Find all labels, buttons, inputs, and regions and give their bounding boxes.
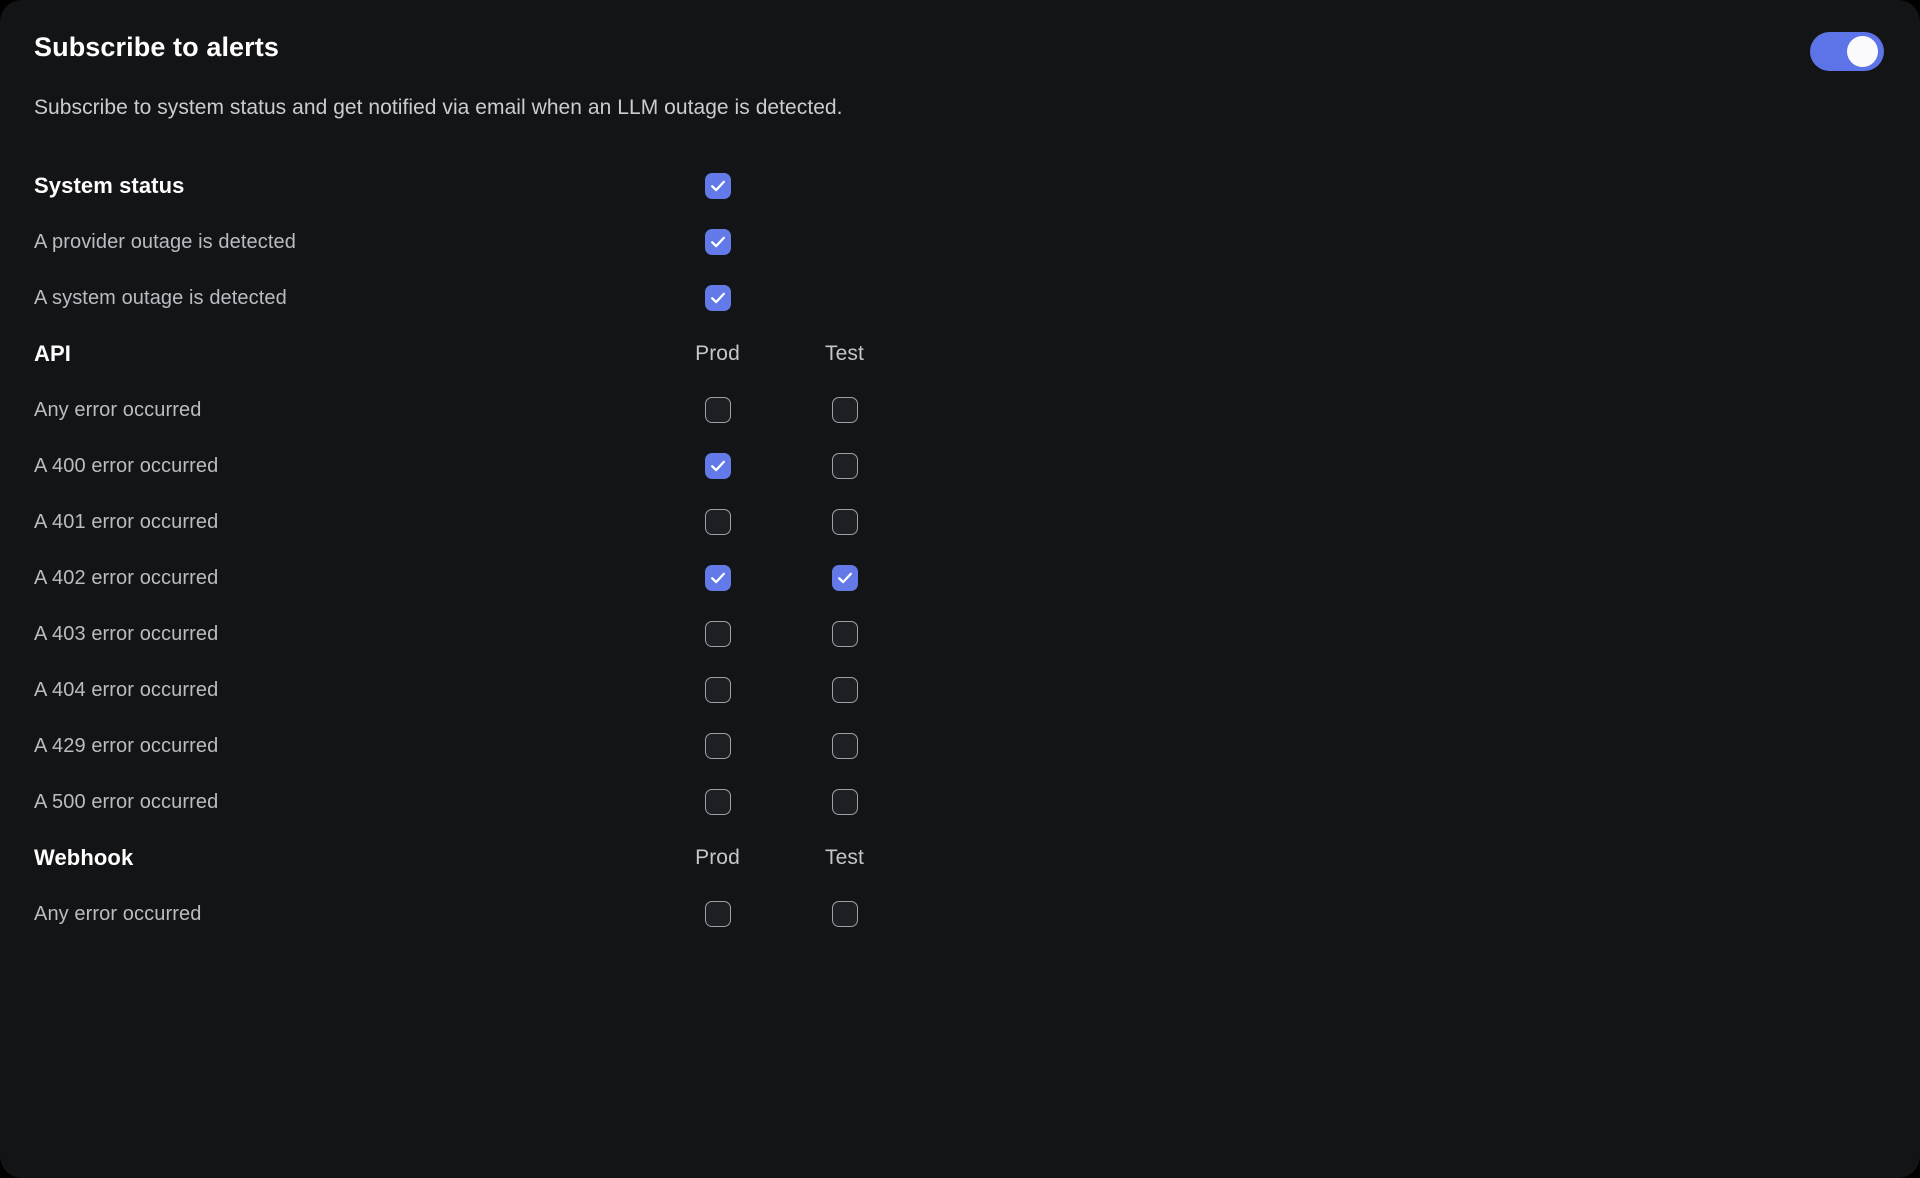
cell-api-r7-c0	[654, 789, 781, 815]
cell-api-r7-c1	[781, 789, 908, 815]
cell-api-r4-c1	[781, 621, 908, 647]
cell-api-r2-c1	[781, 509, 908, 535]
checkbox-api-r2-c1[interactable]	[831, 509, 858, 535]
cell-api-column-head-1: Test	[781, 342, 908, 366]
table-row: A 404 error occurred	[34, 662, 1886, 718]
subscribe-to-alerts-toggle[interactable]	[1810, 32, 1884, 71]
cell-webhook-column-head-0: Prod	[654, 846, 781, 870]
cell-system-status-r0-c0	[654, 229, 781, 255]
cell-api-r1-c0	[654, 453, 781, 479]
cell-system-status-r1-c0	[654, 285, 781, 311]
cell-api-r5-c1	[781, 677, 908, 703]
cell-webhook-column-head-1: Test	[781, 846, 908, 870]
checkbox-system-status-r1-c0[interactable]	[704, 285, 731, 311]
cell-api-r3-c1	[781, 565, 908, 591]
checkbox-api-r4-c0[interactable]	[704, 621, 731, 647]
panel-description: Subscribe to system status and get notif…	[34, 96, 843, 119]
table-row: A system outage is detected	[34, 270, 1886, 326]
row-label: A 402 error occurred	[34, 566, 219, 589]
checkbox-webhook-r0-c0[interactable]	[704, 901, 731, 927]
checkbox-api-r6-c1[interactable]	[831, 733, 858, 759]
cell-api-r1-c1	[781, 453, 908, 479]
section-title-webhook: Webhook	[34, 845, 134, 870]
table-row: A provider outage is detected	[34, 214, 1886, 270]
checkbox-system-status-r0-c0[interactable]	[704, 229, 731, 255]
table-row: A 429 error occurred	[34, 718, 1886, 774]
cell-api-r3-c0	[654, 565, 781, 591]
checkbox-api-r5-c0[interactable]	[704, 677, 731, 703]
cell-api-column-head-0: Prod	[654, 342, 781, 366]
column-header-api-test: Test	[825, 342, 864, 365]
table-row: A 401 error occurred	[34, 494, 1886, 550]
toggle-knob	[1847, 36, 1878, 67]
checkbox-api-r6-c0[interactable]	[704, 733, 731, 759]
cell-api-r6-c0	[654, 733, 781, 759]
row-label: A 404 error occurred	[34, 678, 219, 701]
section-title-system-status: System status	[34, 173, 185, 198]
checkbox-api-r7-c1[interactable]	[831, 789, 858, 815]
section-header-system-status: System status	[34, 158, 1886, 214]
cell-api-r5-c0	[654, 677, 781, 703]
subscribe-to-alerts-panel: Subscribe to alerts Subscribe to system …	[0, 0, 1920, 1178]
checkbox-api-r0-c0[interactable]	[704, 397, 731, 423]
page-title: Subscribe to alerts	[34, 32, 279, 62]
section-header-api: API Prod Test	[34, 326, 1886, 382]
table-row: Any error occurred	[34, 382, 1886, 438]
checkbox-api-r3-c0[interactable]	[704, 565, 731, 591]
column-header-webhook-test: Test	[825, 846, 864, 869]
checkbox-api-r1-c0[interactable]	[704, 453, 731, 479]
section-header-webhook: Webhook Prod Test	[34, 830, 1886, 886]
table-row: A 403 error occurred	[34, 606, 1886, 662]
table-row: A 500 error occurred	[34, 774, 1886, 830]
row-label: Any error occurred	[34, 398, 202, 421]
cell-webhook-r0-c0	[654, 901, 781, 927]
section-title-api: API	[34, 341, 71, 366]
checkbox-system-status-rhead-c0[interactable]	[704, 173, 731, 199]
row-label: A provider outage is detected	[34, 230, 296, 253]
column-header-api-prod: Prod	[695, 342, 740, 365]
checkbox-api-r2-c0[interactable]	[704, 509, 731, 535]
panel-header: Subscribe to alerts	[34, 30, 1886, 74]
row-label: A 403 error occurred	[34, 622, 219, 645]
alert-settings-table: System status A provider outage is detect…	[34, 158, 1886, 942]
row-label: Any error occurred	[34, 902, 202, 925]
row-label: A 401 error occurred	[34, 510, 219, 533]
checkbox-api-r1-c1[interactable]	[831, 453, 858, 479]
table-row: A 402 error occurred	[34, 550, 1886, 606]
cell-webhook-r0-c1	[781, 901, 908, 927]
cell-api-r2-c0	[654, 509, 781, 535]
checkbox-webhook-r0-c1[interactable]	[831, 901, 858, 927]
row-label: A 500 error occurred	[34, 790, 219, 813]
table-row: Any error occurred	[34, 886, 1886, 942]
checkbox-api-r7-c0[interactable]	[704, 789, 731, 815]
cell-api-r4-c0	[654, 621, 781, 647]
checkbox-api-r3-c1[interactable]	[831, 565, 858, 591]
row-label: A system outage is detected	[34, 286, 287, 309]
table-row: A 400 error occurred	[34, 438, 1886, 494]
cell-api-r0-c0	[654, 397, 781, 423]
cell-api-r0-c1	[781, 397, 908, 423]
checkbox-api-r0-c1[interactable]	[831, 397, 858, 423]
cell-api-r6-c1	[781, 733, 908, 759]
cell-system-status-heading-checkbox	[654, 173, 781, 199]
column-header-webhook-prod: Prod	[695, 846, 740, 869]
checkbox-api-r5-c1[interactable]	[831, 677, 858, 703]
row-label: A 400 error occurred	[34, 454, 219, 477]
checkbox-api-r4-c1[interactable]	[831, 621, 858, 647]
row-label: A 429 error occurred	[34, 734, 219, 757]
